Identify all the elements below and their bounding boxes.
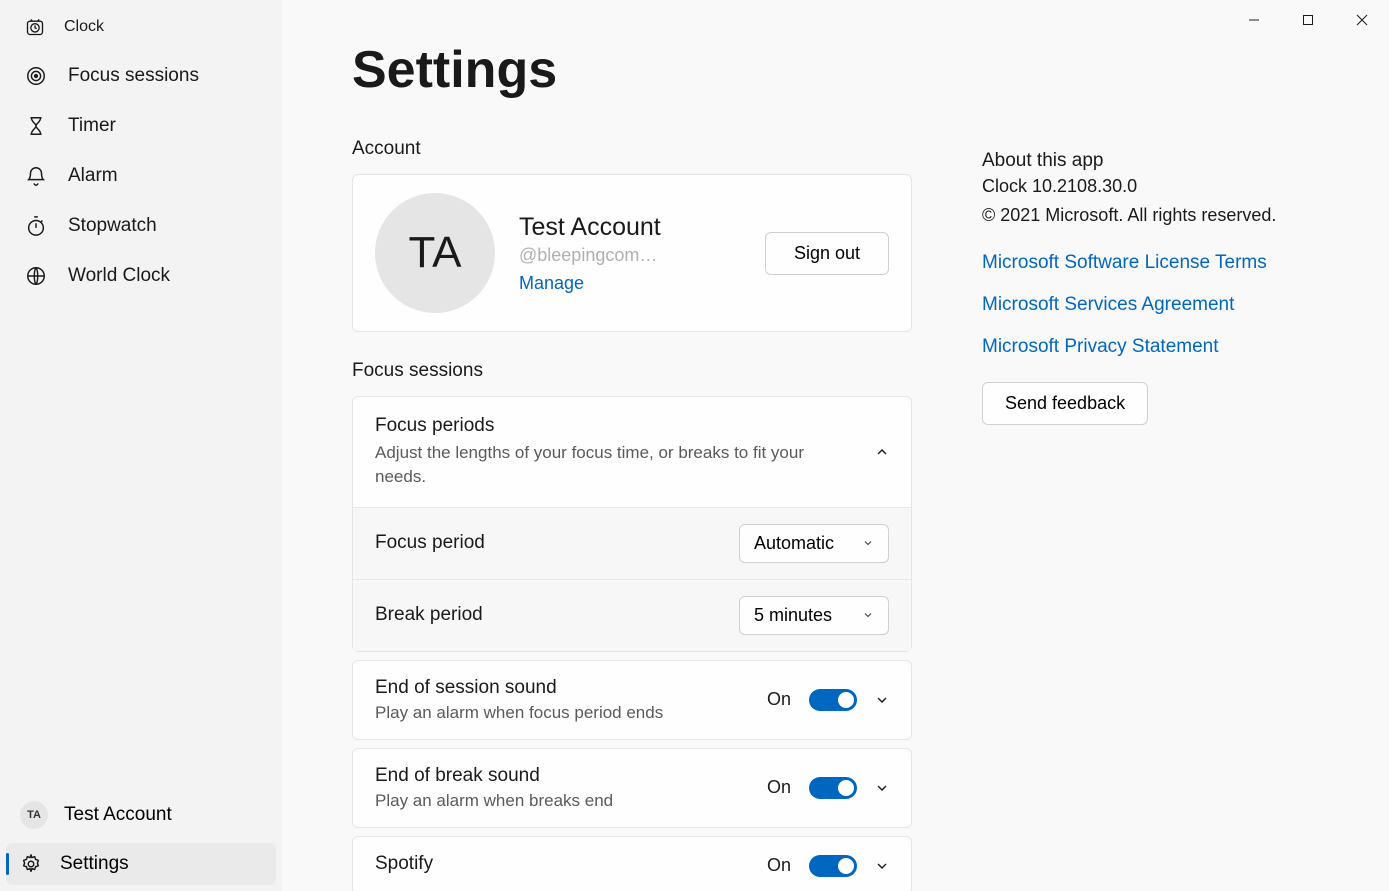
focus-period-dropdown[interactable]: Automatic bbox=[739, 524, 889, 563]
nav-label: Focus sessions bbox=[68, 65, 199, 87]
section-account-heading: Account bbox=[352, 138, 912, 160]
page-title: Settings bbox=[352, 40, 912, 100]
focus-periods-card: Focus periods Adjust the lengths of your… bbox=[352, 396, 912, 652]
nav-alarm[interactable]: Alarm bbox=[6, 154, 276, 198]
nav-stopwatch[interactable]: Stopwatch bbox=[6, 204, 276, 248]
account-card: TA Test Account @bleepingcom… Manage Sig… bbox=[352, 174, 912, 332]
about-copyright: © 2021 Microsoft. All rights reserved. bbox=[982, 201, 1329, 230]
nav-settings[interactable]: Settings bbox=[6, 843, 276, 885]
account-info: Test Account @bleepingcom… Manage bbox=[519, 213, 741, 294]
globe-icon bbox=[24, 264, 48, 288]
nav-list: Focus sessions Timer Alarm bbox=[0, 54, 282, 298]
account-name: Test Account bbox=[519, 213, 741, 242]
break-period-label: Break period bbox=[375, 604, 723, 626]
expander-desc: Adjust the lengths of your focus time, o… bbox=[375, 441, 859, 489]
toggle-desc: Play an alarm when focus period ends bbox=[375, 703, 749, 723]
break-period-dropdown[interactable]: 5 minutes bbox=[739, 596, 889, 635]
focus-period-row: Focus period Automatic bbox=[353, 507, 911, 579]
maximize-button[interactable] bbox=[1281, 0, 1335, 40]
send-feedback-button[interactable]: Send feedback bbox=[982, 382, 1148, 425]
signout-button[interactable]: Sign out bbox=[765, 232, 889, 275]
chevron-down-icon bbox=[862, 609, 874, 621]
close-button[interactable] bbox=[1335, 0, 1389, 40]
nav-account[interactable]: TA Test Account bbox=[6, 791, 276, 839]
toggle-state: On bbox=[767, 777, 791, 798]
app-title: Clock bbox=[0, 8, 282, 54]
nav-label: Alarm bbox=[68, 165, 118, 187]
dropdown-value: Automatic bbox=[754, 533, 834, 554]
about-version: Clock 10.2108.30.0 bbox=[982, 172, 1329, 201]
clock-app-icon bbox=[24, 16, 46, 38]
end-session-sound-card[interactable]: End of session sound Play an alarm when … bbox=[352, 660, 912, 740]
settings-column: Settings Account TA Test Account @bleepi… bbox=[352, 40, 912, 891]
app-name: Clock bbox=[64, 18, 104, 36]
chevron-down-icon bbox=[875, 859, 889, 873]
dropdown-value: 5 minutes bbox=[754, 605, 832, 626]
target-icon bbox=[24, 64, 48, 88]
expander-title: Focus periods bbox=[375, 415, 859, 437]
gear-icon bbox=[20, 853, 42, 875]
chevron-down-icon bbox=[862, 537, 874, 549]
nav-account-label: Test Account bbox=[64, 804, 172, 826]
window-controls bbox=[1227, 0, 1389, 40]
chevron-down-icon bbox=[875, 781, 889, 795]
link-license-terms[interactable]: Microsoft Software License Terms bbox=[982, 252, 1329, 274]
sidebar: Clock Focus sessions Timer bbox=[0, 0, 282, 891]
sidebar-bottom: TA Test Account Settings bbox=[0, 791, 282, 891]
toggle-title: Spotify bbox=[375, 853, 749, 875]
break-period-row: Break period 5 minutes bbox=[353, 579, 911, 651]
toggle-state: On bbox=[767, 689, 791, 710]
minimize-button[interactable] bbox=[1227, 0, 1281, 40]
end-session-toggle[interactable] bbox=[809, 689, 857, 711]
toggle-title: End of session sound bbox=[375, 677, 749, 699]
nav-focus-sessions[interactable]: Focus sessions bbox=[6, 54, 276, 98]
nav-settings-label: Settings bbox=[60, 853, 129, 875]
main-area: Settings Account TA Test Account @bleepi… bbox=[282, 0, 1389, 891]
nav-label: Timer bbox=[68, 115, 116, 137]
avatar-large: TA bbox=[375, 193, 495, 313]
about-heading: About this app bbox=[982, 150, 1329, 172]
chevron-down-icon bbox=[875, 693, 889, 707]
spotify-toggle[interactable] bbox=[809, 855, 857, 877]
stopwatch-icon bbox=[24, 214, 48, 238]
toggle-desc: Play an alarm when breaks end bbox=[375, 791, 749, 811]
section-focus-heading: Focus sessions bbox=[352, 360, 912, 382]
nav-timer[interactable]: Timer bbox=[6, 104, 276, 148]
end-break-toggle[interactable] bbox=[809, 777, 857, 799]
focus-period-label: Focus period bbox=[375, 532, 723, 554]
account-email: @bleepingcom… bbox=[519, 245, 741, 266]
spotify-card[interactable]: Spotify On bbox=[352, 836, 912, 891]
bell-icon bbox=[24, 164, 48, 188]
hourglass-icon bbox=[24, 114, 48, 138]
nav-label: Stopwatch bbox=[68, 215, 157, 237]
link-services-agreement[interactable]: Microsoft Services Agreement bbox=[982, 294, 1329, 316]
manage-link[interactable]: Manage bbox=[519, 273, 741, 294]
nav-label: World Clock bbox=[68, 265, 170, 287]
about-column: About this app Clock 10.2108.30.0 © 2021… bbox=[982, 40, 1329, 891]
end-break-sound-card[interactable]: End of break sound Play an alarm when br… bbox=[352, 748, 912, 828]
nav-world-clock[interactable]: World Clock bbox=[6, 254, 276, 298]
toggle-state: On bbox=[767, 855, 791, 876]
focus-periods-expander[interactable]: Focus periods Adjust the lengths of your… bbox=[353, 397, 911, 507]
avatar: TA bbox=[20, 801, 48, 829]
chevron-up-icon bbox=[875, 445, 889, 459]
about-links: Microsoft Software License Terms Microso… bbox=[982, 252, 1329, 358]
link-privacy-statement[interactable]: Microsoft Privacy Statement bbox=[982, 336, 1329, 358]
toggle-title: End of break sound bbox=[375, 765, 749, 787]
